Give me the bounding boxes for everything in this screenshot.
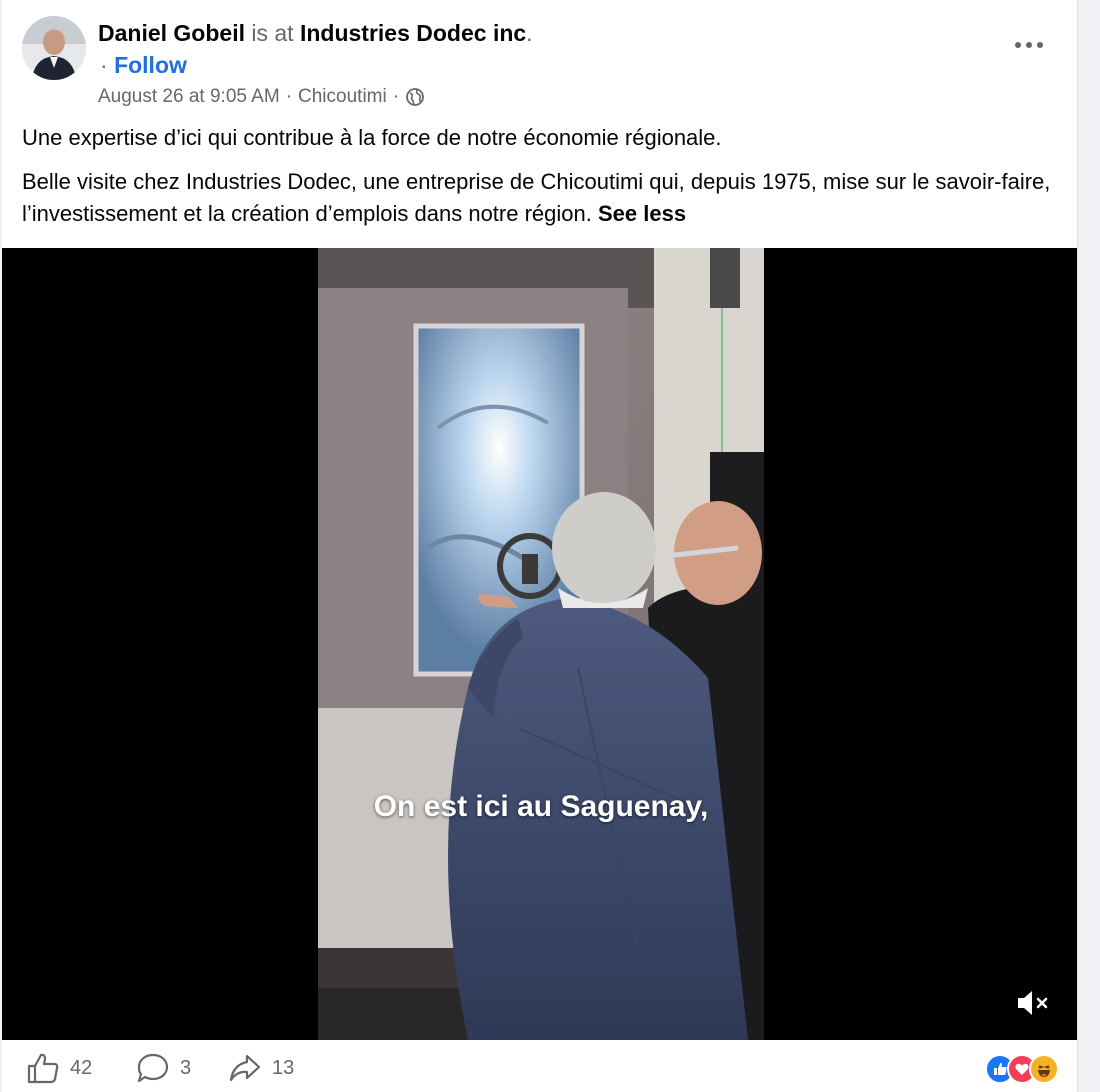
author-line: Daniel Gobeil is at Industries Dodec inc…	[98, 18, 533, 48]
post-paragraph-1: Une expertise d’ici qui contribue à la f…	[22, 125, 722, 150]
more-dots-icon	[1015, 42, 1043, 48]
more-options-button[interactable]	[1011, 30, 1047, 60]
follow-line: · Follow	[100, 50, 187, 80]
like-icon	[27, 1053, 59, 1084]
meta-separator: ·	[285, 86, 293, 107]
like-button[interactable]: 42	[26, 1052, 92, 1084]
author-name[interactable]: Daniel Gobeil	[98, 20, 245, 46]
post-meta: August 26 at 9:05 AM · Chicoutimi ·	[98, 84, 425, 110]
share-count: 13	[272, 1056, 295, 1079]
speaker-muted-icon	[1018, 991, 1048, 1015]
follow-separator: ·	[100, 52, 115, 78]
globe-icon	[405, 87, 425, 107]
post-paragraph-2: Belle visite chez Industries Dodec, une …	[22, 169, 1051, 226]
like-count: 42	[70, 1056, 93, 1079]
reactions-summary[interactable]	[985, 1054, 1059, 1084]
post-text: Une expertise d’ici qui contribue à la f…	[22, 122, 1052, 242]
share-button[interactable]: 13	[228, 1052, 294, 1084]
comment-button[interactable]: 3	[136, 1052, 191, 1084]
meta-separator-2: ·	[392, 86, 400, 107]
post-header: Daniel Gobeil is at Industries Dodec inc…	[2, 0, 1077, 120]
video-player[interactable]: On est ici au Saguenay,	[2, 248, 1077, 1040]
see-less-button[interactable]: See less	[598, 201, 686, 226]
follow-button[interactable]: Follow	[114, 52, 187, 78]
comment-icon	[137, 1053, 169, 1083]
video-caption: On est ici au Saguenay,	[373, 790, 709, 823]
haha-reaction-icon	[1029, 1054, 1059, 1084]
video-frame[interactable]	[318, 248, 764, 1040]
place-name[interactable]: Industries Dodec inc	[300, 20, 526, 46]
post-location[interactable]: Chicoutimi	[298, 84, 387, 110]
comment-count: 3	[180, 1056, 192, 1079]
post-footer: 42 3 13	[2, 1040, 1077, 1092]
share-icon	[229, 1054, 261, 1082]
post-card: Daniel Gobeil is at Industries Dodec inc…	[2, 0, 1078, 1092]
mute-button[interactable]	[1014, 986, 1054, 1020]
period: .	[526, 20, 533, 46]
post-date[interactable]: August 26 at 9:05 AM	[98, 84, 280, 110]
avatar[interactable]	[22, 16, 86, 80]
is-at-text: is at	[251, 20, 294, 46]
